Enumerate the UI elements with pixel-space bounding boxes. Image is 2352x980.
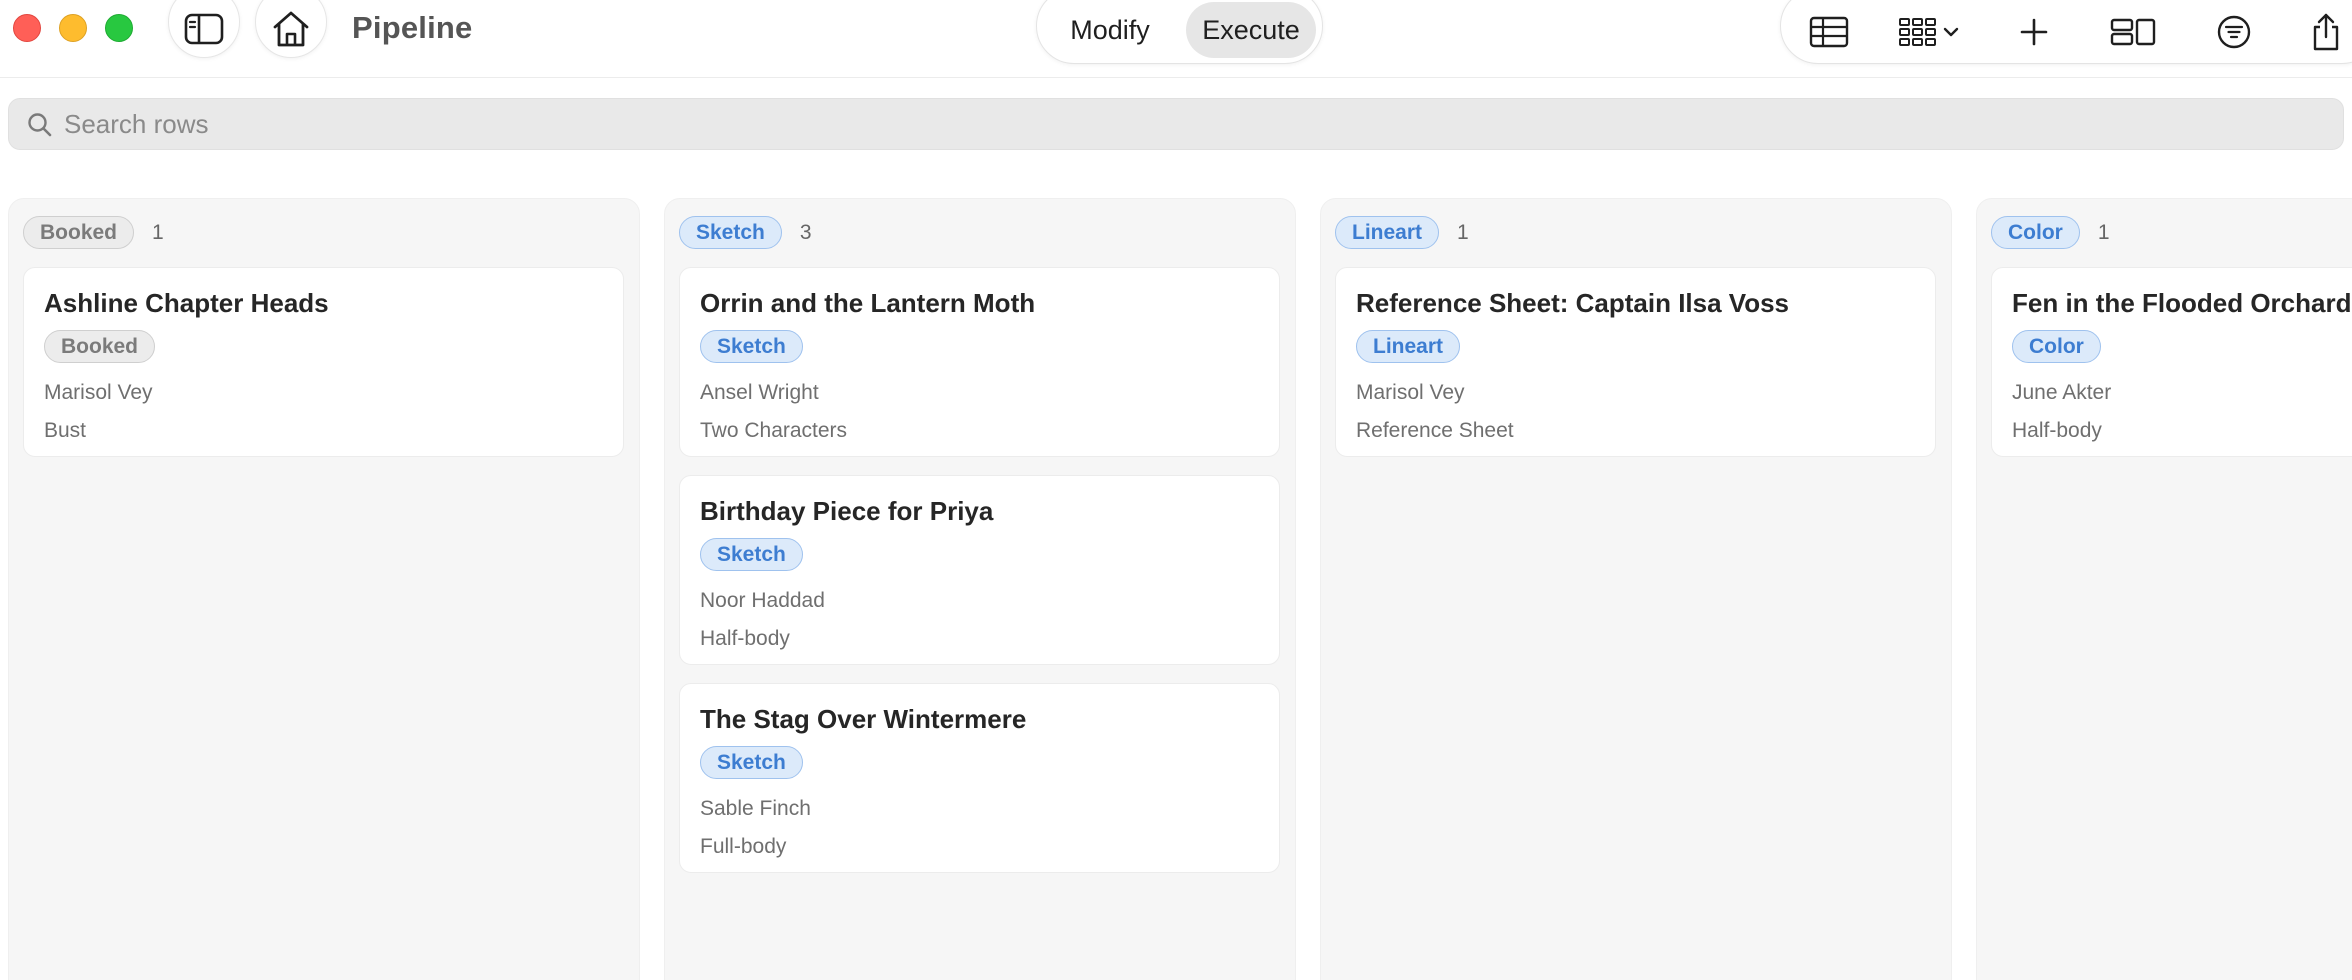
layout-icon (2110, 18, 2156, 46)
column-header: Sketch 3 (679, 216, 812, 249)
column-booked: Booked 1 Ashline Chapter Heads Booked Ma… (8, 198, 640, 980)
chevron-down-icon (1943, 27, 1959, 37)
card-type: Bust (44, 419, 87, 442)
card-client: June Akter (2012, 381, 2112, 404)
card-client: Ansel Wright (700, 381, 819, 404)
card-status-badge: Booked (44, 330, 156, 363)
sidebar-toggle-button[interactable] (168, 0, 240, 58)
mode-segmented-control: Modify Execute (1036, 0, 1323, 64)
card-title: The Stag Over Wintermere (700, 704, 1027, 734)
table-view-icon (1809, 16, 1849, 48)
column-header: Lineart 1 (1335, 216, 1469, 249)
card-type: Reference Sheet (1356, 419, 1514, 442)
card[interactable]: Orrin and the Lantern Moth Sketch Ansel … (679, 267, 1280, 457)
grid-view-menu-button[interactable] (1893, 5, 1965, 59)
card-client: Noor Haddad (700, 589, 825, 612)
card-status-badge: Lineart (1356, 330, 1461, 363)
card-type: Two Characters (700, 419, 848, 442)
window-zoom-button[interactable] (105, 14, 133, 42)
share-icon (2313, 13, 2339, 51)
column-count: 1 (152, 220, 164, 244)
column-status-badge: Lineart (1335, 216, 1440, 249)
window-toolbar: Pipeline Modify Execute (0, 0, 2352, 78)
card[interactable]: The Stag Over Wintermere Sketch Sable Fi… (679, 683, 1280, 873)
window-close-button[interactable] (13, 14, 41, 42)
card-status-badge: Sketch (700, 330, 803, 363)
column-status-badge: Booked (23, 216, 135, 249)
card-title: Orrin and the Lantern Moth (700, 288, 1036, 318)
share-button[interactable] (2301, 5, 2351, 59)
card[interactable]: Ashline Chapter Heads Booked Marisol Vey… (23, 267, 624, 457)
card-title: Ashline Chapter Heads (44, 288, 329, 318)
grid-view-icon (1899, 18, 1936, 46)
filter-icon (2217, 15, 2251, 49)
card[interactable]: Birthday Piece for Priya Sketch Noor Had… (679, 475, 1280, 665)
column-count: 3 (799, 220, 812, 244)
card-title: Birthday Piece for Priya (700, 496, 994, 526)
column-status-badge: Sketch (679, 216, 782, 249)
column-color: Color 1 Fen in the Flooded Orchard Color… (1976, 198, 2352, 980)
column-count: 1 (1457, 220, 1469, 244)
card-title: Fen in the Flooded Orchard (2012, 288, 2352, 318)
card-status-badge: Sketch (700, 538, 803, 571)
search-icon (28, 113, 52, 137)
card-type: Half-body (700, 627, 790, 650)
tab-modify[interactable]: Modify (1049, 2, 1171, 58)
column-header: Color 1 (1991, 216, 2110, 249)
card-status-badge: Sketch (700, 746, 803, 779)
window-minimize-button[interactable] (59, 14, 87, 42)
column-lineart: Lineart 1 Reference Sheet: Captain Ilsa … (1320, 198, 1952, 980)
view-tools-group (1780, 0, 2352, 64)
column-sketch: Sketch 3 Orrin and the Lantern Moth Sket… (664, 198, 1296, 980)
filter-button[interactable] (2206, 5, 2262, 59)
card[interactable]: Fen in the Flooded Orchard Color June Ak… (1991, 267, 2352, 457)
card-status-badge: Color (2012, 330, 2101, 363)
card-title: Reference Sheet: Captain Ilsa Voss (1356, 288, 1790, 318)
home-button[interactable] (255, 0, 327, 58)
column-status-badge: Color (1991, 216, 2080, 249)
tab-execute[interactable]: Execute (1186, 2, 1316, 58)
add-button[interactable] (2009, 5, 2059, 59)
card-type: Half-body (2012, 419, 2102, 442)
kanban-board: Booked 1 Ashline Chapter Heads Booked Ma… (0, 198, 2352, 980)
layout-button[interactable] (2103, 5, 2163, 59)
card-client: Marisol Vey (44, 381, 153, 404)
table-view-button[interactable] (1799, 5, 1859, 59)
card-client: Marisol Vey (1356, 381, 1465, 404)
card-type: Full-body (700, 835, 787, 858)
column-header: Booked 1 (23, 216, 164, 249)
sidebar-icon (184, 13, 224, 45)
search-input[interactable] (64, 99, 2264, 149)
card-client: Sable Finch (700, 797, 811, 820)
add-icon (2020, 18, 2048, 46)
card[interactable]: Reference Sheet: Captain Ilsa Voss Linea… (1335, 267, 1936, 457)
column-count: 1 (2097, 220, 2110, 244)
home-icon (273, 11, 309, 47)
window-title: Pipeline (352, 10, 473, 45)
search-bar (8, 98, 2344, 150)
